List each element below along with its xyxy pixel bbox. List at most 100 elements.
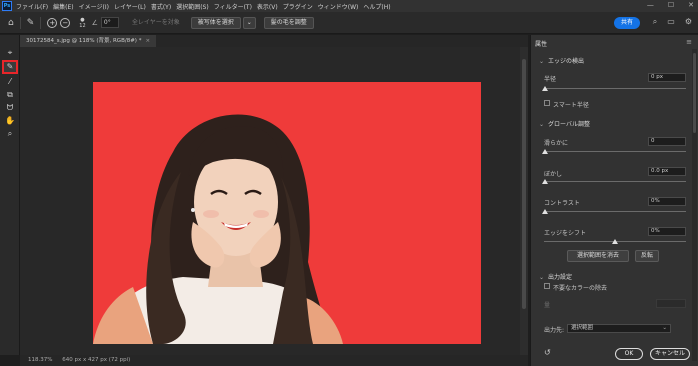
contrast-label: コントラスト — [544, 200, 580, 207]
lasso-tool-icon[interactable]: ᗢ — [4, 102, 16, 113]
menu-filter[interactable]: フィルター(T) — [214, 2, 252, 11]
close-tab-icon[interactable]: × — [145, 38, 150, 44]
panel-scrollbar[interactable] — [692, 49, 697, 361]
clear-selection-button[interactable]: 選択範囲を消去 — [567, 250, 629, 262]
maximize-icon[interactable]: ☐ — [668, 1, 674, 9]
smooth-label: 滑らかに — [544, 140, 569, 147]
radius-label: 半径 — [544, 76, 557, 83]
feather-slider-handle[interactable] — [542, 179, 548, 184]
document-tab[interactable]: 30172584_s.jpg @ 118% (背景, RGB/8#) * × — [20, 35, 157, 47]
add-mode-icon[interactable]: + — [47, 17, 58, 28]
contrast-slider[interactable] — [544, 211, 686, 212]
zoom-readout[interactable]: 118.37% — [28, 357, 52, 363]
decontaminate-colors-checkbox[interactable] — [544, 283, 550, 289]
options-right-icons: ⌕ ▭ ⚙ — [653, 17, 692, 27]
chevron-down-icon: ⌄ — [662, 325, 667, 331]
decontaminate-colors-label: 不要なカラーの除去 — [553, 285, 608, 292]
smart-radius-checkbox[interactable] — [544, 100, 550, 106]
canvas-scrollbar[interactable] — [520, 47, 528, 355]
feather-slider[interactable] — [544, 181, 686, 182]
cancel-button[interactable]: キャンセル — [650, 348, 690, 360]
reset-icon[interactable]: ↺ — [544, 348, 551, 357]
options-bar: ⌂ ✎ + − ● 12 ∠ 0° 全レイヤーを対象 被写体を選択 ⌄ 髪の毛を… — [0, 12, 698, 34]
feather-label: ぼかし — [544, 171, 563, 178]
menu-select[interactable]: 選択範囲(S) — [176, 2, 209, 11]
shift-edge-label: エッジをシフト — [544, 230, 587, 237]
chevron-down-icon: ⌄ — [539, 58, 545, 65]
refine-hair-button[interactable]: 髪の毛を調整 — [263, 16, 314, 29]
smooth-field[interactable]: 0 — [648, 137, 686, 146]
contrast-field[interactable]: 0% — [648, 197, 686, 206]
divider — [40, 16, 42, 29]
share-button[interactable]: 共有 — [613, 17, 640, 29]
portrait-photo — [93, 82, 481, 344]
amount-field — [656, 299, 686, 308]
refine-edge-brush-icon[interactable]: ✎ — [27, 18, 35, 28]
contrast-slider-handle[interactable] — [542, 209, 548, 214]
ok-button[interactable]: OK — [615, 348, 643, 360]
subtract-mode-icon[interactable]: − — [60, 17, 71, 28]
document-tab-title: 30172584_s.jpg @ 118% (背景, RGB/8#) * — [26, 38, 142, 44]
shift-edge-slider-handle[interactable] — [612, 239, 618, 244]
zoom-tool-icon[interactable]: ⌕ — [4, 128, 16, 139]
smooth-slider-handle[interactable] — [542, 149, 548, 154]
chevron-down-icon: ⌄ — [246, 18, 252, 26]
radius-slider-handle[interactable] — [542, 86, 548, 91]
brush-tool-icon[interactable]: ⁄ — [4, 76, 16, 87]
menu-layer[interactable]: レイヤー(L) — [114, 2, 146, 11]
menu-plugins[interactable]: プラグイン — [283, 2, 313, 11]
hand-tool-icon[interactable]: ✋ — [4, 115, 16, 126]
menu-edit[interactable]: 編集(E) — [53, 2, 73, 11]
minimize-icon[interactable]: — — [647, 1, 654, 9]
feather-field[interactable]: 0.0 px — [648, 167, 686, 176]
tools-panel: ⌖ ✎ ⁄ ⧉ ᗢ ✋ ⌕ — [0, 35, 20, 355]
panel-scrollbar-thumb[interactable] — [693, 53, 696, 133]
angle-field[interactable]: 0° — [100, 17, 119, 28]
amount-label: 量 — [544, 302, 551, 309]
select-subject-dropdown[interactable]: ⌄ — [242, 16, 256, 29]
sample-all-layers-checkbox[interactable]: 全レイヤーを対象 — [125, 17, 187, 29]
search-icon[interactable]: ⌕ — [653, 17, 657, 27]
edge-detection-section[interactable]: ⌄ エッジの検出 — [539, 56, 584, 65]
radius-slider[interactable] — [544, 88, 686, 89]
output-to-label: 出力先: — [544, 327, 565, 334]
properties-panel-title[interactable]: 属性 — [535, 39, 547, 48]
menu-type[interactable]: 書式(Y) — [151, 2, 171, 11]
photoshop-logo: Ps — [2, 1, 12, 11]
chevron-down-icon: ⌄ — [539, 274, 545, 281]
radius-field[interactable]: 0 px — [648, 73, 686, 82]
home-icon[interactable]: ⌂ — [8, 18, 14, 28]
object-selection-tool-icon[interactable]: ⧉ — [4, 89, 16, 100]
brush-size-picker[interactable]: ● 12 — [79, 17, 85, 29]
quick-selection-tool-icon[interactable]: ⌖ — [4, 47, 16, 58]
status-bar: 118.37% 640 px x 427 px (72 ppi) — [20, 355, 528, 366]
chevron-down-icon: ⌄ — [539, 121, 545, 128]
settings-icon[interactable]: ⚙ — [685, 17, 692, 27]
scrollbar-thumb[interactable] — [522, 59, 526, 309]
smart-radius-label: スマート半径 — [553, 102, 589, 109]
menu-file[interactable]: ファイル(F) — [16, 2, 48, 11]
refine-edge-brush-tool-icon[interactable]: ✎ — [2, 60, 18, 74]
shift-edge-field[interactable]: 0% — [648, 227, 686, 236]
close-icon[interactable]: ✕ — [688, 1, 694, 9]
workspace-icon[interactable]: ▭ — [667, 17, 675, 27]
smooth-slider[interactable] — [544, 151, 686, 152]
invert-button[interactable]: 反転 — [635, 250, 659, 262]
output-to-select[interactable]: 選択範囲 ⌄ — [567, 324, 671, 333]
menu-view[interactable]: 表示(V) — [257, 2, 278, 11]
output-settings-section[interactable]: ⌄ 出力設定 — [539, 272, 572, 281]
document-tab-bar: 30172584_s.jpg @ 118% (背景, RGB/8#) * × — [20, 35, 528, 47]
select-subject-button[interactable]: 被写体を選択 — [190, 16, 241, 29]
menu-help[interactable]: ヘルプ(H) — [363, 2, 390, 11]
angle-icon: ∠ — [91, 18, 98, 27]
properties-panel: 属性 ≡ ⌄ エッジの検出 半径 0 px スマート半径 ⌄ グローバル調整 滑らか… — [530, 35, 698, 366]
divider — [19, 16, 21, 29]
document-image[interactable] — [93, 82, 481, 344]
menu-bar: Ps ファイル(F) 編集(E) イメージ(I) レイヤー(L) 書式(Y) 選… — [0, 0, 698, 12]
menu-image[interactable]: イメージ(I) — [79, 2, 109, 11]
document-size-readout: 640 px x 427 px (72 ppi) — [62, 357, 131, 363]
panel-menu-icon[interactable]: ≡ — [686, 38, 692, 46]
global-refinements-section[interactable]: ⌄ グローバル調整 — [539, 119, 590, 128]
menu-window[interactable]: ウィンドウ(W) — [318, 2, 359, 11]
window-controls: — ☐ ✕ — [647, 1, 694, 9]
